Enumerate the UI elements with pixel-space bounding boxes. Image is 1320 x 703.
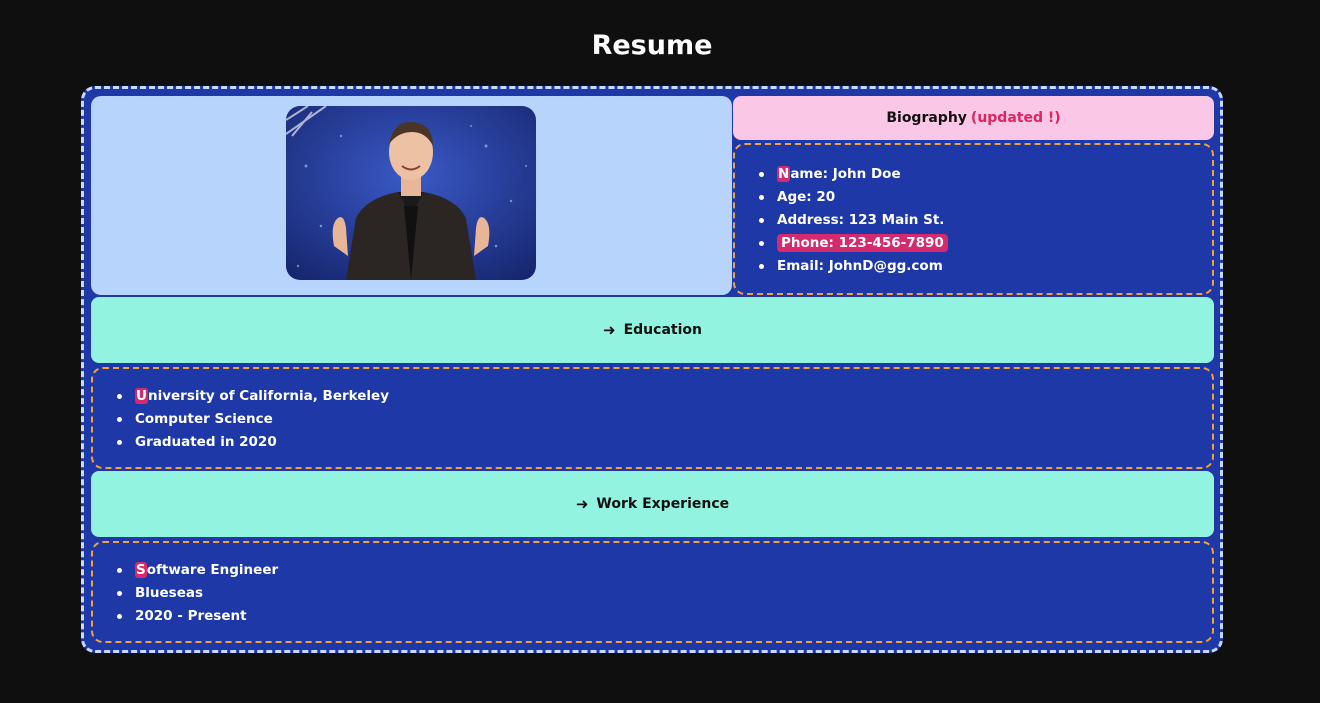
biography-updated-badge: (updated !)	[970, 110, 1061, 126]
list-item-text: 2020 - Present	[135, 608, 247, 624]
education-header[interactable]: ➜ Education	[91, 297, 1214, 363]
education-title: Education	[623, 322, 702, 338]
list-item-text: Computer Science	[135, 411, 273, 427]
drop-cap: U	[135, 388, 148, 404]
list-item-text: Age: 20	[777, 189, 836, 205]
list-item-address: Address: 123 Main St.	[759, 209, 948, 232]
list-item-text: Email: JohnD@gg.com	[777, 258, 943, 274]
bullet-dot	[117, 440, 122, 445]
bullet-dot	[759, 172, 764, 177]
bullet-dot	[117, 417, 122, 422]
list-item-text: ame: John Doe	[790, 166, 901, 182]
list-item: Computer Science	[117, 408, 389, 431]
bullet-dot	[759, 264, 764, 269]
list-item: 2020 - Present	[117, 605, 278, 628]
page-title: Resume	[591, 30, 713, 61]
work-experience-title: Work Experience	[596, 496, 730, 512]
education-list-box: University of California, Berkeley Compu…	[91, 367, 1214, 469]
education-list: University of California, Berkeley Compu…	[117, 385, 389, 454]
bullet-dot	[759, 195, 764, 200]
biography-title: Biography	[886, 110, 967, 126]
list-item-age: Age: 20	[759, 186, 948, 209]
list-item: University of California, Berkeley	[117, 385, 389, 408]
phone-highlight: Phone: 123-456-7890	[777, 234, 948, 252]
bullet-dot	[117, 591, 122, 596]
list-item: Software Engineer	[117, 559, 278, 582]
list-item-text: Address: 123 Main St.	[777, 212, 945, 228]
list-item: Graduated in 2020	[117, 431, 389, 454]
bullet-dot	[759, 241, 764, 246]
biography-header: Biography (updated !)	[733, 96, 1214, 140]
list-item-email: Email: JohnD@gg.com	[759, 255, 948, 278]
list-item-text: Graduated in 2020	[135, 434, 277, 450]
photo-panel	[91, 96, 732, 295]
bullet-dot	[759, 218, 764, 223]
right-arrow-icon: ➜	[575, 495, 589, 513]
profile-photo	[286, 106, 536, 280]
right-arrow-icon: ➜	[603, 321, 616, 339]
resume-card: Biography (updated !) Name: John Doe Age…	[81, 86, 1223, 653]
drop-cap: S	[135, 562, 147, 578]
list-item-text: oftware Engineer	[146, 562, 279, 578]
list-item-name: Name: John Doe	[759, 163, 948, 186]
work-experience-list-box: Software Engineer Blueseas 2020 - Presen…	[91, 541, 1214, 643]
list-item-text: niversity of California, Berkeley	[147, 388, 389, 404]
biography-list: Name: John Doe Age: 20 Address: 123 Main…	[759, 163, 948, 278]
bullet-dot	[117, 394, 122, 399]
drop-cap: N	[777, 166, 791, 182]
list-item-text: Blueseas	[135, 585, 204, 601]
bullet-dot	[117, 614, 122, 619]
bullet-dot	[117, 568, 122, 573]
list-item: Blueseas	[117, 582, 278, 605]
work-experience-list: Software Engineer Blueseas 2020 - Presen…	[117, 559, 278, 628]
list-item-phone: Phone: 123-456-7890	[759, 232, 948, 255]
biography-list-box: Name: John Doe Age: 20 Address: 123 Main…	[733, 143, 1214, 295]
work-experience-header[interactable]: ➜ Work Experience	[91, 471, 1214, 537]
